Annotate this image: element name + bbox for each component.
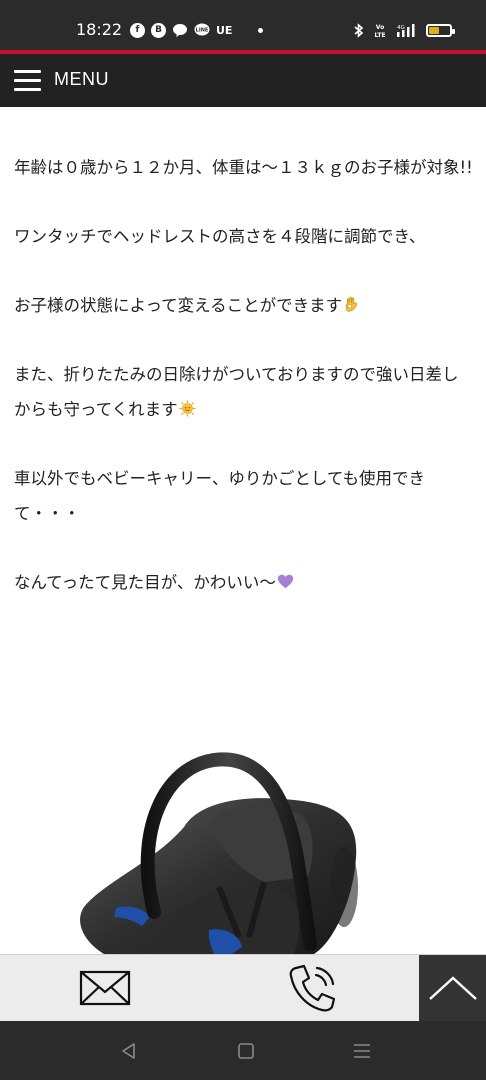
car-seat-illustration: [14, 712, 472, 954]
battery-icon: [426, 23, 455, 37]
facebook-icon: f: [130, 22, 145, 38]
system-navigation-bar: [0, 1021, 486, 1080]
article-paragraph: お子様の状態によって変えることができます: [14, 288, 474, 323]
purple-heart-emoji-icon: [277, 574, 294, 589]
chat-icon: [173, 23, 187, 37]
notification-dot: [258, 27, 264, 33]
battery-fill: [429, 26, 439, 34]
baby-car-seat-photo: [14, 712, 472, 954]
recents-menu-icon: [354, 1043, 370, 1058]
article-paragraph: なんてったて見た目が、かわいい～: [14, 565, 474, 600]
article-paragraph: 年齢は０歳から１２か月、体重は～１３ｋｇのお子様が対象!!: [14, 158, 473, 177]
page: 18:22 f B LINE UE Vo LTE 4G MENU 年齢は０歳から１…: [0, 0, 486, 1080]
site-header: MENU: [0, 54, 486, 107]
carrier-text: UE: [216, 23, 233, 37]
4g-signal-icon: 4G: [397, 23, 415, 37]
svg-text:Vo: Vo: [376, 24, 384, 31]
status-time: 18:22: [76, 20, 123, 39]
status-bar: 18:22 f B LINE UE Vo LTE 4G: [0, 0, 486, 50]
chevron-up-icon: [428, 976, 477, 1000]
article-body: 年齢は０歳から１２か月、体重は～１３ｋｇのお子様が対象!! ワンタッチでヘッドレ…: [14, 150, 474, 634]
bubble-b-icon: B: [151, 22, 166, 38]
back-triangle-icon: [122, 1042, 135, 1059]
article-paragraph: 車以外でもベビーキャリー、ゆりかごとしても使用できて・・・: [14, 469, 426, 523]
article-paragraph: ワンタッチでヘッドレストの高さを４段階に調節でき、: [14, 227, 426, 246]
nav-home-button[interactable]: [216, 1021, 276, 1080]
hamburger-menu-icon[interactable]: [14, 70, 41, 91]
article-paragraph: また、折りたたみの日除けがついておりますので強い日差しからも守ってくれます: [14, 365, 459, 419]
menu-button-label[interactable]: MENU: [54, 68, 109, 90]
bottom-action-bar: [0, 954, 486, 1021]
volte-icon: VoLTE: [374, 24, 385, 38]
envelope-icon: [79, 970, 131, 1006]
back-to-top-button[interactable]: [419, 955, 486, 1021]
nav-recents-button[interactable]: [332, 1021, 392, 1080]
home-square-icon: [238, 1042, 254, 1059]
phone-icon: [289, 964, 336, 1012]
svg-text:LTE: LTE: [374, 32, 385, 38]
line-icon: LINE: [194, 23, 210, 35]
status-system-icons: Vo LTE 4G: [354, 20, 455, 40]
sun-face-emoji-icon: [179, 400, 196, 417]
phone-button[interactable]: [268, 955, 358, 1021]
nav-back-button[interactable]: [99, 1021, 159, 1080]
ok-hand-emoji-icon: [345, 296, 358, 312]
mail-button[interactable]: [60, 955, 150, 1021]
status-app-icons: f B LINE UE: [130, 20, 264, 40]
svg-text:LINE: LINE: [196, 27, 209, 33]
bluetooth-icon: [354, 22, 364, 38]
